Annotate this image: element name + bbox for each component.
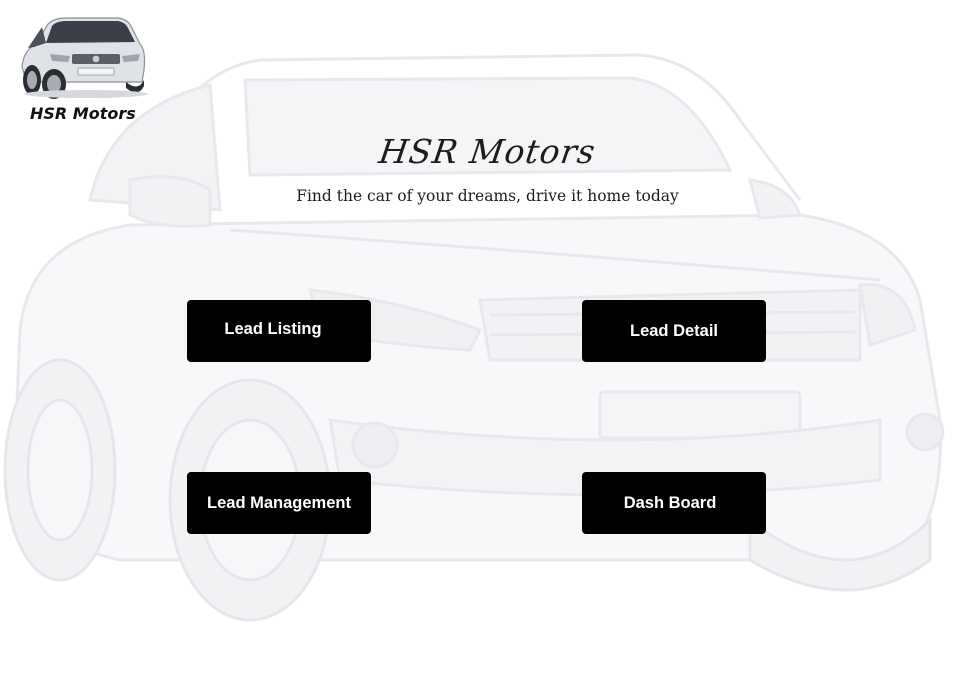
dashboard-button[interactable]: Dash Board: [582, 472, 766, 534]
lead-management-button[interactable]: Lead Management: [187, 472, 371, 534]
hero-subtitle: Find the car of your dreams, drive it ho…: [296, 187, 679, 205]
hero-title: HSR Motors: [376, 132, 599, 171]
lead-detail-button[interactable]: Lead Detail: [582, 300, 766, 362]
lead-listing-button[interactable]: Lead Listing: [187, 300, 371, 362]
background-car-image: [3, 53, 945, 622]
brand-name: HSR Motors: [30, 104, 136, 123]
home-page: HSR Motors HSR Motors Find the car of yo…: [0, 0, 975, 688]
car-icon: [21, 17, 148, 99]
brand-logo[interactable]: HSR Motors: [14, 14, 150, 123]
